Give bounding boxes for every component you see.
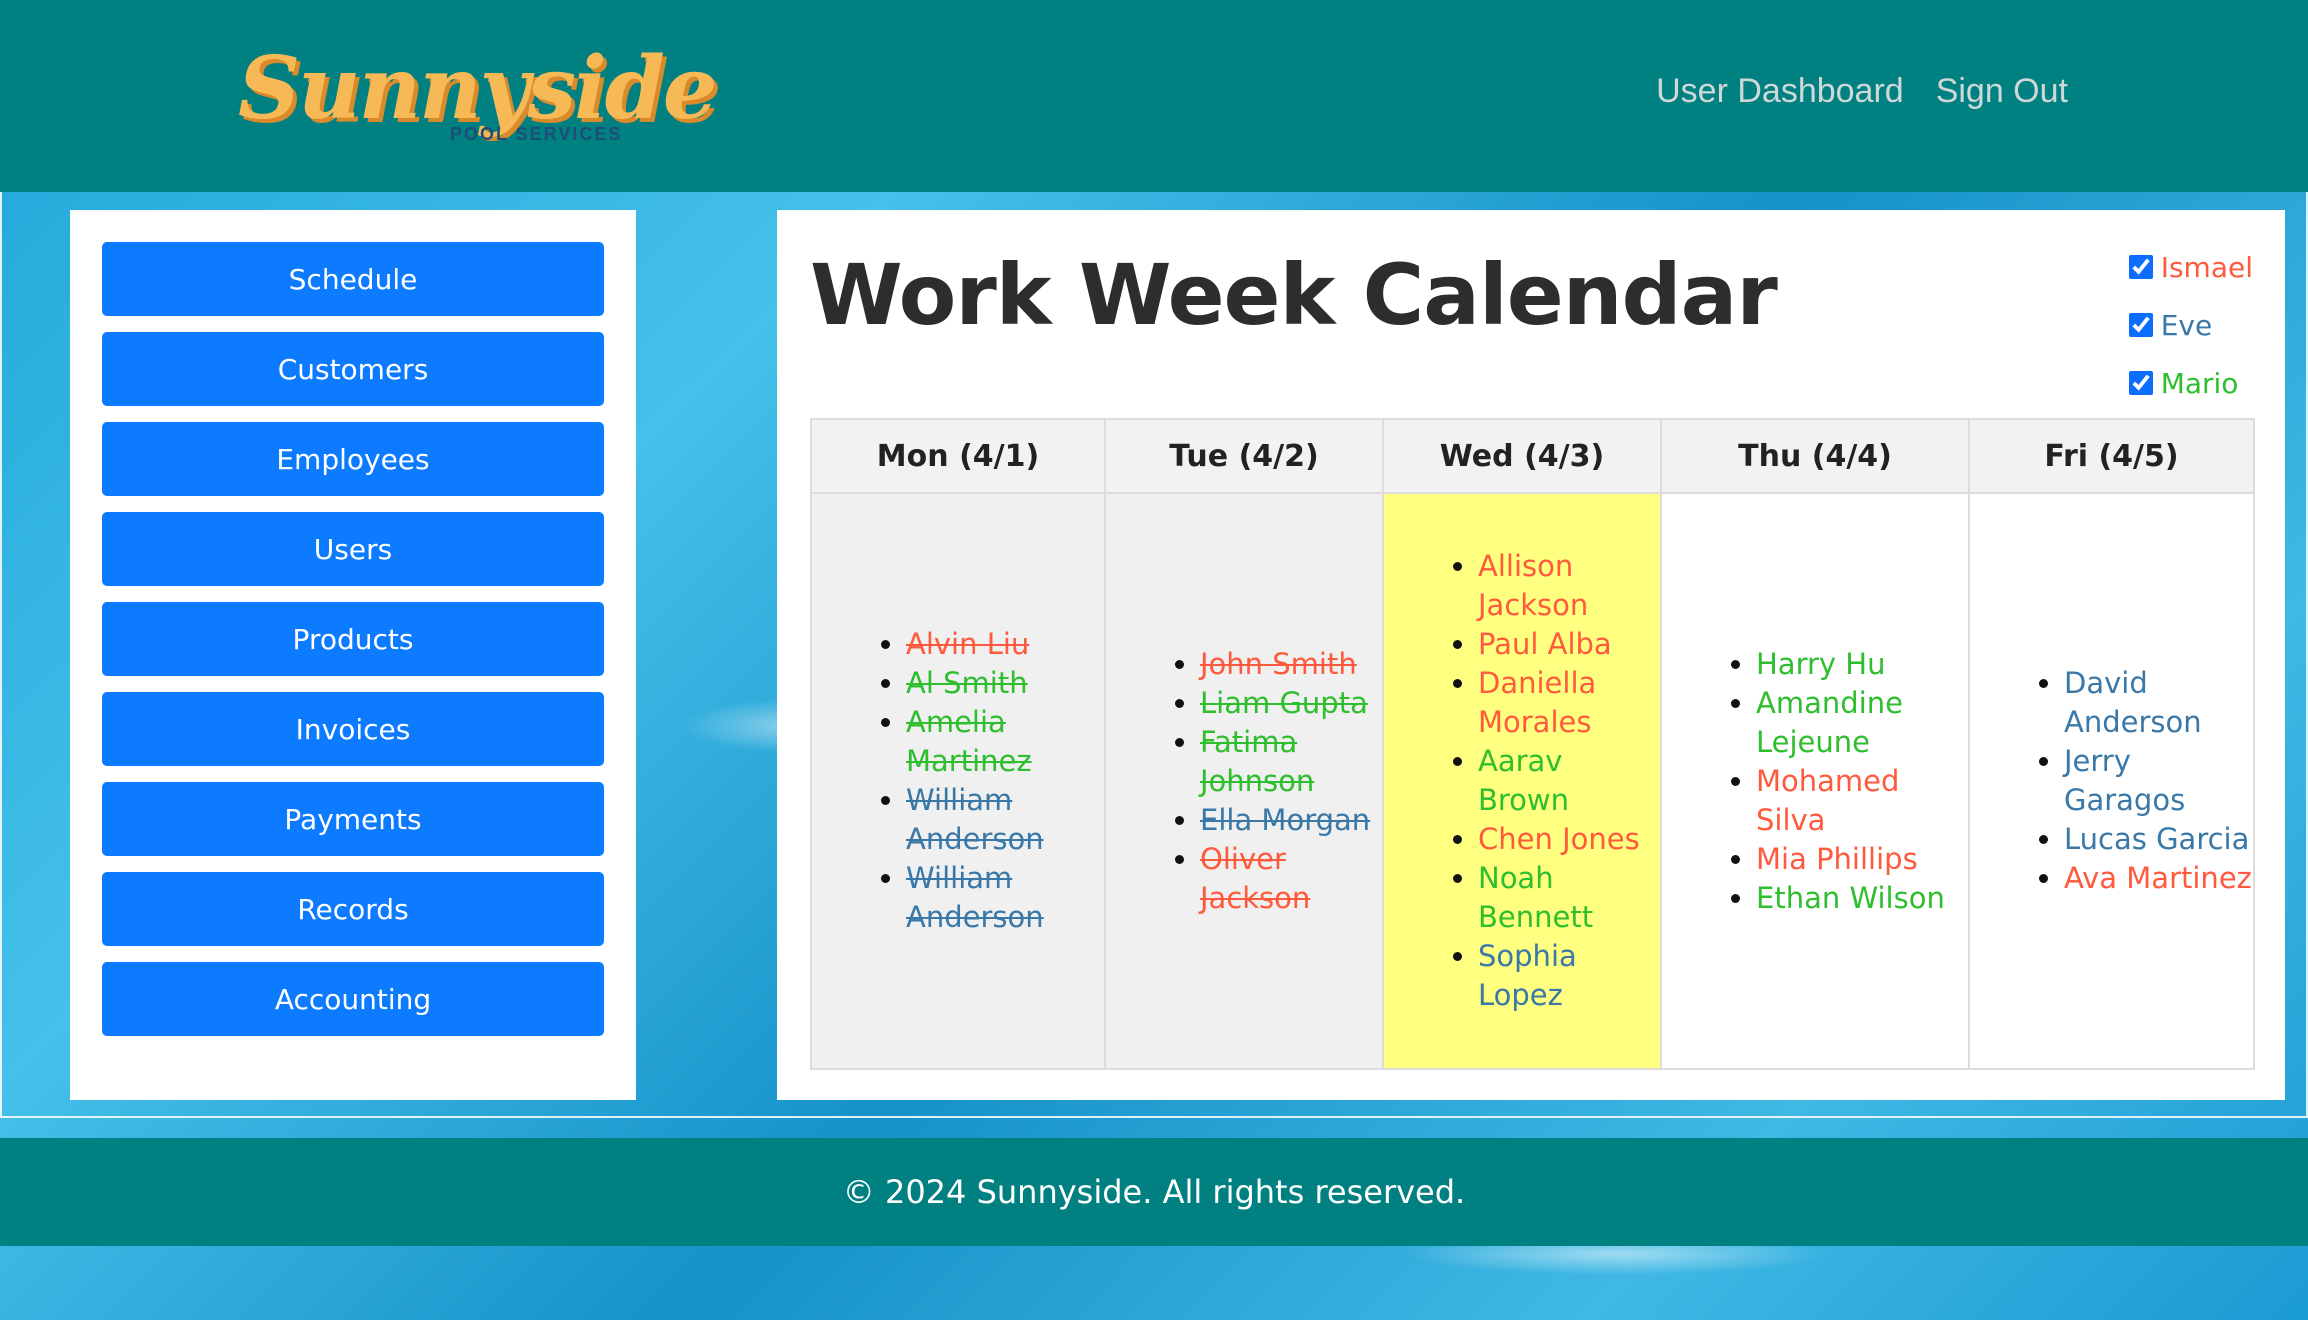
day-header-thu: Thu (4/4) (1660, 418, 1970, 494)
customers-button[interactable]: Customers (102, 332, 604, 406)
appointment-item[interactable]: Chen Jones (1478, 820, 1660, 859)
appointment-customer-name: Ava Martinez (2064, 861, 2252, 895)
appointment-customer-name: David Anderson (2064, 666, 2202, 739)
appointment-item[interactable]: Allison Jackson (1478, 547, 1660, 625)
appointment-item[interactable]: Al Smith (906, 664, 1104, 703)
appointment-item[interactable]: Jerry Garagos (2064, 742, 2253, 820)
appointment-customer-name: Liam Gupta (1200, 685, 1368, 720)
appointment-customer-name: Amelia Martinez (906, 705, 1032, 778)
top-nav: User Dashboard Sign Out (1656, 72, 2068, 111)
day-header-mon: Mon (4/1) (810, 418, 1106, 494)
appointment-customer-name: William Anderson (906, 861, 1044, 934)
day-header-wed: Wed (4/3) (1382, 418, 1662, 494)
ismael-checkbox[interactable] (2128, 255, 2153, 279)
appointment-item[interactable]: Noah Bennett (1478, 859, 1660, 937)
appointment-item[interactable]: Ethan Wilson (1756, 879, 1968, 918)
site-header: Sunnyside POOL SERVICES User Dashboard S… (0, 0, 2308, 192)
appointment-item[interactable]: Oliver Jackson (1200, 840, 1382, 918)
appointment-item[interactable]: Sophia Lopez (1478, 937, 1660, 1015)
sign-out-link[interactable]: Sign Out (1936, 72, 2068, 111)
site-footer: © 2024 Sunnyside. All rights reserved. (0, 1138, 2308, 1246)
appointment-customer-name: Allison Jackson (1478, 549, 1589, 622)
filter-ismael: Ismael (2128, 238, 2253, 296)
appointment-item[interactable]: Paul Alba (1478, 625, 1660, 664)
appointment-customer-name: Alvin Liu (906, 627, 1030, 661)
appointment-item[interactable]: Daniella Morales (1478, 664, 1660, 742)
appointment-item[interactable]: William Anderson (906, 859, 1104, 937)
appointment-item[interactable]: Mia Phillips (1756, 840, 1968, 879)
appointment-item[interactable]: Amandine Lejeune (1756, 684, 1968, 762)
appointment-customer-name: Harry Hu (1756, 646, 1886, 681)
users-button[interactable]: Users (102, 512, 604, 586)
employee-filters: Ismael Eve Mario (2128, 238, 2253, 412)
employees-button[interactable]: Employees (102, 422, 604, 496)
records-button[interactable]: Records (102, 872, 604, 946)
week-calendar-table: Mon (4/1) Tue (4/2) Wed (4/3) Thu (4/4) … (810, 418, 2255, 1070)
appointment-item[interactable]: Liam Gupta (1200, 684, 1382, 723)
invoices-button[interactable]: Invoices (102, 692, 604, 766)
sunnyside-logo[interactable]: Sunnyside POOL SERVICES (234, 38, 718, 158)
products-button[interactable]: Products (102, 602, 604, 676)
appointment-customer-name: Aarav Brown (1478, 744, 1570, 817)
user-dashboard-link[interactable]: User Dashboard (1656, 72, 1904, 111)
calendar-body-row: Alvin LiuAl SmithAmelia MartinezWilliam … (810, 492, 2255, 1070)
appointment-customer-name: William Anderson (906, 783, 1044, 856)
day-header-fri: Fri (4/5) (1968, 418, 2255, 494)
appointment-item[interactable]: David Anderson (2064, 664, 2253, 742)
schedule-button[interactable]: Schedule (102, 242, 604, 316)
appointment-customer-name: Al Smith (906, 666, 1028, 700)
page-title: Work Week Calendar (810, 246, 1778, 344)
mario-checkbox[interactable] (2128, 371, 2153, 395)
appointment-item[interactable]: Ella Morgan (1200, 801, 1382, 840)
filter-eve: Eve (2128, 296, 2253, 354)
appointment-item[interactable]: Harry Hu (1756, 645, 1968, 684)
accounting-button[interactable]: Accounting (102, 962, 604, 1036)
appointment-customer-name: Daniella Morales (1478, 666, 1597, 739)
day-cell-fri: David AndersonJerry Garagos Lucas Garcia A… (1968, 492, 2255, 1070)
appointment-item[interactable]: Alvin Liu (906, 625, 1104, 664)
appointment-customer-name: Oliver Jackson (1200, 841, 1311, 915)
day-header-tue: Tue (4/2) (1104, 418, 1384, 494)
appointment-item[interactable]: Lucas Garcia (2064, 820, 2253, 859)
filter-mario: Mario (2128, 354, 2253, 412)
payments-button[interactable]: Payments (102, 782, 604, 856)
logo-subtitle: POOL SERVICES (450, 124, 623, 144)
day-cell-wed: Allison Jackson Paul Alba Daniella Morales… (1382, 492, 1662, 1070)
appointment-customer-name: Chen Jones (1478, 822, 1640, 856)
calendar-panel: Work Week Calendar Ismael Eve Mario Mon … (777, 210, 2285, 1100)
mario-label[interactable]: Mario (2161, 367, 2239, 400)
appointment-customer-name: Ethan Wilson (1756, 880, 1945, 915)
copyright-text: © 2024 Sunnyside. All rights reserved. (842, 1173, 1466, 1211)
appointment-customer-name: Mia Phillips (1756, 841, 1918, 876)
day-cell-tue: John Smith Liam Gupta Fatima Johnson Ella M… (1104, 492, 1384, 1070)
sidebar: Schedule Customers Employees Users Produ… (70, 210, 636, 1100)
appointment-customer-name: John Smith (1200, 646, 1357, 681)
appointment-item[interactable]: Ava Martinez (2064, 859, 2253, 898)
appointment-customer-name: Fatima Johnson (1200, 724, 1315, 798)
appointment-customer-name: Lucas Garcia (2064, 822, 2250, 856)
appointment-customer-name: Jerry Garagos (2064, 744, 2186, 817)
eve-label[interactable]: Eve (2161, 309, 2213, 342)
appointment-item[interactable]: Mohamed Silva (1756, 762, 1968, 840)
appointment-item[interactable]: Aarav Brown (1478, 742, 1660, 820)
appointment-customer-name: Mohamed Silva (1756, 763, 1900, 837)
appointment-item[interactable]: Fatima Johnson (1200, 723, 1382, 801)
calendar-header-row: Mon (4/1) Tue (4/2) Wed (4/3) Thu (4/4) … (810, 418, 2255, 494)
eve-checkbox[interactable] (2128, 313, 2153, 337)
appointment-item[interactable]: John Smith (1200, 645, 1382, 684)
ismael-label[interactable]: Ismael (2161, 251, 2253, 284)
day-cell-thu: Harry Hu Amandine LejeuneMohamed Silva Mia… (1660, 492, 1970, 1070)
day-cell-mon: Alvin LiuAl SmithAmelia MartinezWilliam … (810, 492, 1106, 1070)
appointment-item[interactable]: Amelia Martinez (906, 703, 1104, 781)
appointment-customer-name: Sophia Lopez (1478, 939, 1577, 1012)
appointment-customer-name: Ella Morgan (1200, 802, 1371, 837)
appointment-customer-name: Noah Bennett (1478, 861, 1594, 934)
appointment-item[interactable]: William Anderson (906, 781, 1104, 859)
appointment-customer-name: Paul Alba (1478, 627, 1612, 661)
appointment-customer-name: Amandine Lejeune (1756, 685, 1903, 759)
